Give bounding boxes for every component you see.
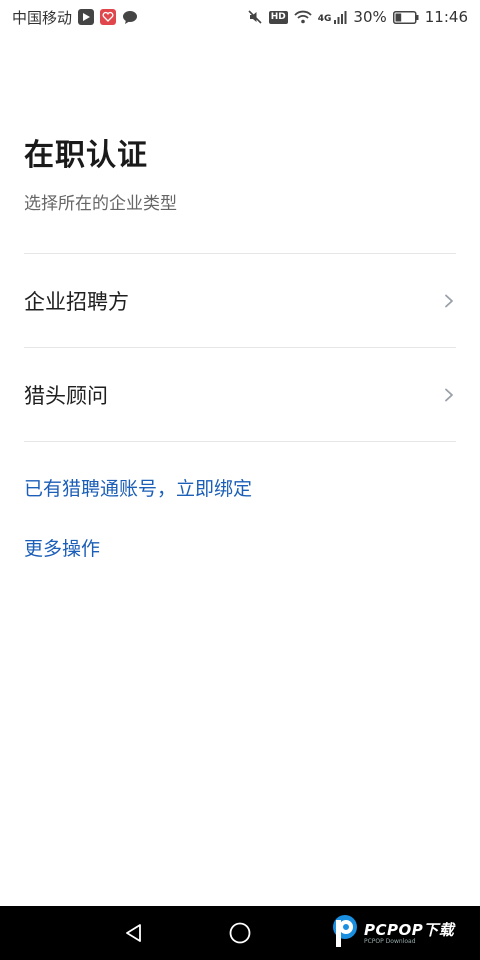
chevron-right-icon	[442, 294, 456, 308]
option-enterprise-recruiter[interactable]: 企业招聘方	[24, 254, 456, 348]
more-actions-link[interactable]: 更多操作	[24, 536, 100, 562]
home-button[interactable]	[210, 906, 270, 960]
back-triangle-icon	[126, 924, 141, 942]
watermark-text-group: PCPOP下载 PCPOP Download	[364, 919, 454, 945]
option-label: 猎头顾问	[24, 383, 108, 408]
app-notification-icon	[100, 9, 117, 25]
clock: 11:46	[424, 8, 468, 26]
battery-icon	[392, 10, 419, 24]
option-label: 企业招聘方	[24, 289, 129, 314]
play-notification-icon	[78, 9, 95, 25]
message-notification-icon	[122, 10, 138, 25]
network-type-label: 4G	[317, 14, 332, 24]
wifi-icon	[294, 10, 312, 24]
page-title: 在职认证	[24, 138, 148, 173]
mute-icon	[247, 9, 263, 25]
status-bar-right: HD 4G 30% 11:46	[247, 8, 468, 26]
watermark-text: PCPOP下载	[364, 921, 455, 939]
option-headhunter[interactable]: 猎头顾问	[24, 348, 456, 442]
chevron-right-icon	[442, 388, 456, 402]
home-circle-icon	[229, 922, 251, 944]
page-header: 在职认证 选择所在的企业类型	[24, 134, 456, 216]
signal-icon	[333, 10, 347, 24]
back-button[interactable]	[104, 906, 164, 960]
hd-icon: HD	[268, 10, 288, 24]
watermark-logo: PCPOP下载 PCPOP Download	[330, 914, 454, 950]
bind-account-link[interactable]: 已有猎聘通账号，立即绑定	[24, 476, 252, 502]
page-subtitle: 选择所在的企业类型	[24, 194, 177, 214]
battery-percent: 30%	[353, 8, 387, 26]
status-bar-left: 中国移动	[12, 7, 138, 28]
enterprise-type-list: 企业招聘方 猎头顾问	[24, 253, 456, 442]
carrier-name: 中国移动	[12, 8, 73, 27]
watermark-p-icon	[333, 915, 357, 947]
status-bar: 中国移动 HD 4G 30% 11:46	[0, 0, 480, 34]
